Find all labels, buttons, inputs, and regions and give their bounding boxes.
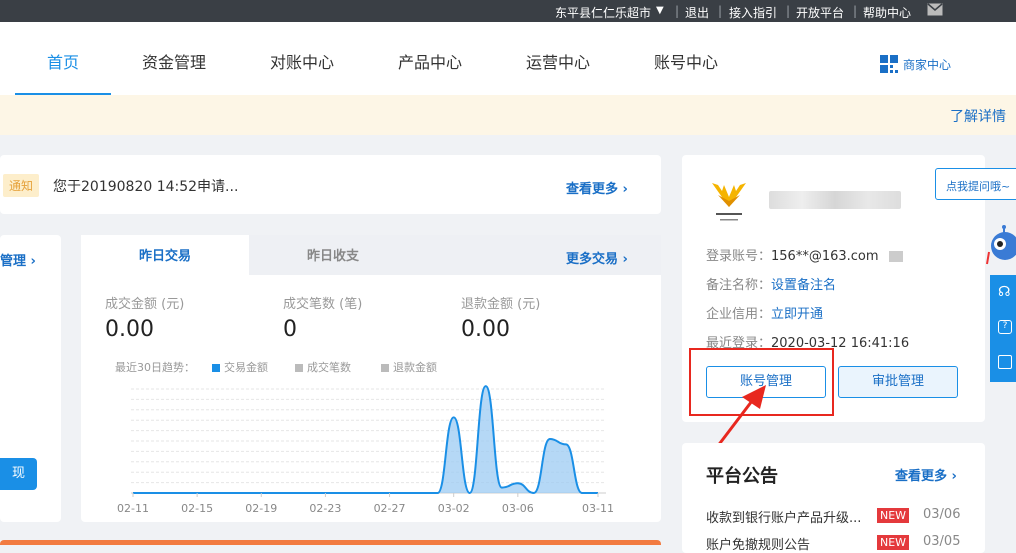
logout-link[interactable]: 退出 xyxy=(685,4,709,21)
manage-link[interactable]: 管理 › xyxy=(0,250,36,269)
remark-row: 备注名称：设置备注名 xyxy=(706,274,836,293)
x-tick-label: 03-11 xyxy=(582,502,614,515)
open-platform-link[interactable]: 开放平台 xyxy=(796,4,844,21)
store-name-dropdown[interactable]: 东平县仁仁乐超市 xyxy=(555,4,651,21)
merchant-center-link[interactable]: 商家中心 xyxy=(903,56,951,73)
nav-operations[interactable]: 运营中心 xyxy=(526,22,590,95)
divider: | xyxy=(675,4,680,18)
notice-more-link[interactable]: 查看更多 › xyxy=(566,178,628,197)
trade-amount-line xyxy=(132,385,598,495)
field-label: 企业信用： xyxy=(706,307,772,322)
announcements-more-link[interactable]: 查看更多 › xyxy=(895,465,957,484)
nav-account[interactable]: 账号中心 xyxy=(654,22,718,95)
robot-mascot-icon[interactable] xyxy=(985,224,1016,278)
id-card-icon[interactable] xyxy=(888,251,903,262)
approval-management-button[interactable]: 审批管理 xyxy=(838,366,958,398)
announcement-date: 03/06 xyxy=(923,507,961,522)
login-account-row: 登录账号：156**@163.com xyxy=(706,245,903,264)
credit-row: 企业信用：立即开通 xyxy=(706,303,823,322)
notice-card: 通知 您于20190820 14:52申请... 查看更多 › xyxy=(0,155,661,214)
helper-sidebar: ☊ ? xyxy=(990,275,1016,382)
announcement-text: 收款到银行账户产品升级... xyxy=(706,511,862,526)
new-badge: NEW xyxy=(877,535,910,550)
transactions-card: 昨日交易 昨日收支 更多交易 › 成交金额 (元) 0.00 成交笔数 (笔) … xyxy=(81,235,661,522)
merchant-center-icon[interactable] xyxy=(880,55,898,77)
left-panel: 管理 › 现 xyxy=(0,235,61,522)
question-icon[interactable]: ? xyxy=(998,320,1012,334)
x-tick-label: 02-19 xyxy=(245,502,277,515)
announcement-item[interactable]: 收款到银行账户产品升级... NEW 03/06 xyxy=(706,507,976,526)
divider: | xyxy=(718,4,723,18)
nav-reconciliation[interactable]: 对账中心 xyxy=(270,22,334,95)
notice-text[interactable]: 您于20190820 14:52申请... xyxy=(53,176,238,196)
notice-tag: 通知 xyxy=(3,174,40,197)
announcement-date: 03/05 xyxy=(923,534,961,549)
announcement-item[interactable]: 账户免撤规则公告 NEW 03/05 xyxy=(706,534,976,553)
x-tick-label: 03-06 xyxy=(502,502,534,515)
announcement-text: 账户免撤规则公告 xyxy=(706,538,811,553)
login-account-value: 156**@163.com xyxy=(771,249,879,264)
x-tick-label: 02-15 xyxy=(181,502,213,515)
withdraw-button[interactable]: 现 xyxy=(0,458,37,490)
announcements-title: 平台公告 xyxy=(706,466,778,487)
enable-credit-link[interactable]: 立即开通 xyxy=(771,307,823,322)
merchant-name-blurred xyxy=(769,191,901,209)
top-bar: 东平县仁仁乐超市 ▼ | 退出 | 接入指引 | 开放平台 | 帮助中心 xyxy=(0,0,1016,22)
ask-bubble-text: 点我提问哦~ xyxy=(946,180,1011,193)
access-guide-link[interactable]: 接入指引 xyxy=(729,4,777,21)
x-tick-label: 03-02 xyxy=(438,502,470,515)
new-badge: NEW xyxy=(877,508,910,523)
help-center-link[interactable]: 帮助中心 xyxy=(863,4,911,21)
divider: | xyxy=(786,4,791,18)
headset-icon[interactable]: ☊ xyxy=(998,284,1010,300)
nav-funds[interactable]: 资金管理 xyxy=(142,22,206,95)
edit-icon[interactable] xyxy=(998,355,1012,369)
bottom-card-edge xyxy=(0,540,661,545)
ask-bubble[interactable]: 点我提问哦~ xyxy=(935,168,1016,200)
merchant-logo xyxy=(704,177,754,231)
announcements-card: 平台公告 查看更多 › 收款到银行账户产品升级... NEW 03/06 账户免… xyxy=(682,443,985,553)
nav-home[interactable]: 首页 xyxy=(47,22,79,95)
trend-chart: 02-11 02-15 02-19 02-23 02-27 03-02 03-06 03-11 xyxy=(117,385,614,515)
x-tick-label: 02-11 xyxy=(117,502,149,515)
main-nav: 首页 资金管理 对账中心 产品中心 运营中心 账号中心 商家中心 xyxy=(0,22,1016,95)
divider: | xyxy=(853,4,858,18)
chevron-down-icon[interactable]: ▼ xyxy=(656,5,664,16)
learn-more-link[interactable]: 了解详情 xyxy=(950,106,1006,126)
x-tick-label: 02-27 xyxy=(374,502,406,515)
announcement-banner: 了解详情 xyxy=(0,95,1016,135)
field-label: 登录账号： xyxy=(706,249,772,264)
x-tick-label: 02-23 xyxy=(309,502,341,515)
field-label: 备注名称： xyxy=(706,278,772,293)
nav-products[interactable]: 产品中心 xyxy=(398,22,462,95)
set-remark-link[interactable]: 设置备注名 xyxy=(771,278,836,293)
trade-amount-area xyxy=(133,386,598,493)
mail-icon[interactable] xyxy=(927,3,943,19)
